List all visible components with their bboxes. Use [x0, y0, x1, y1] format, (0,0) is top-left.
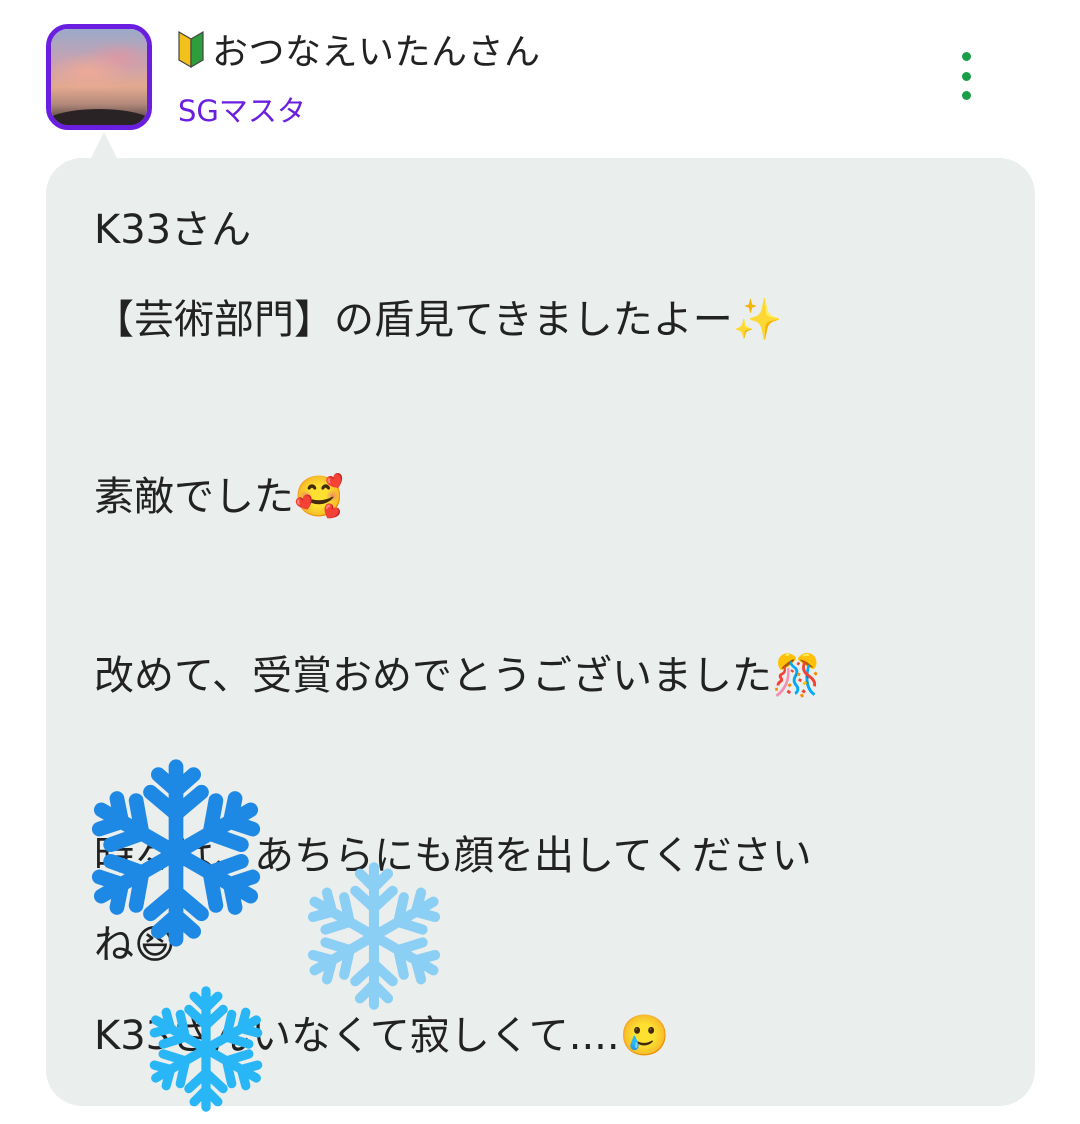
more-vertical-icon	[961, 52, 971, 61]
message-line: 【芸術部門】の盾見てきましたよー✨	[94, 297, 783, 343]
more-vertical-icon-dot	[961, 71, 971, 81]
message-line: 時々は、あちらにも顔を出してください	[94, 833, 812, 879]
beginner-mark-icon	[178, 30, 204, 69]
author-name[interactable]: おつなえいたんさん	[212, 23, 541, 75]
message-line: K33さん	[94, 207, 252, 253]
message-line: 素敵でした🥰	[94, 474, 344, 520]
more-options-button[interactable]	[944, 52, 988, 100]
message-bubble-tail	[90, 132, 118, 160]
author-header: おつなえいたんさん	[176, 24, 541, 74]
author-rank-label: SGマスタ	[178, 94, 306, 128]
message-line: 改めて、受賞おめでとうございました🎊	[94, 653, 822, 699]
more-vertical-icon-dot	[961, 91, 971, 100]
avatar-hill-silhouette	[51, 109, 147, 125]
author-avatar[interactable]	[46, 24, 152, 130]
message-line: ね😆	[94, 922, 176, 968]
message-line: K33さんいなくて寂しくて....🥲	[94, 1013, 670, 1059]
